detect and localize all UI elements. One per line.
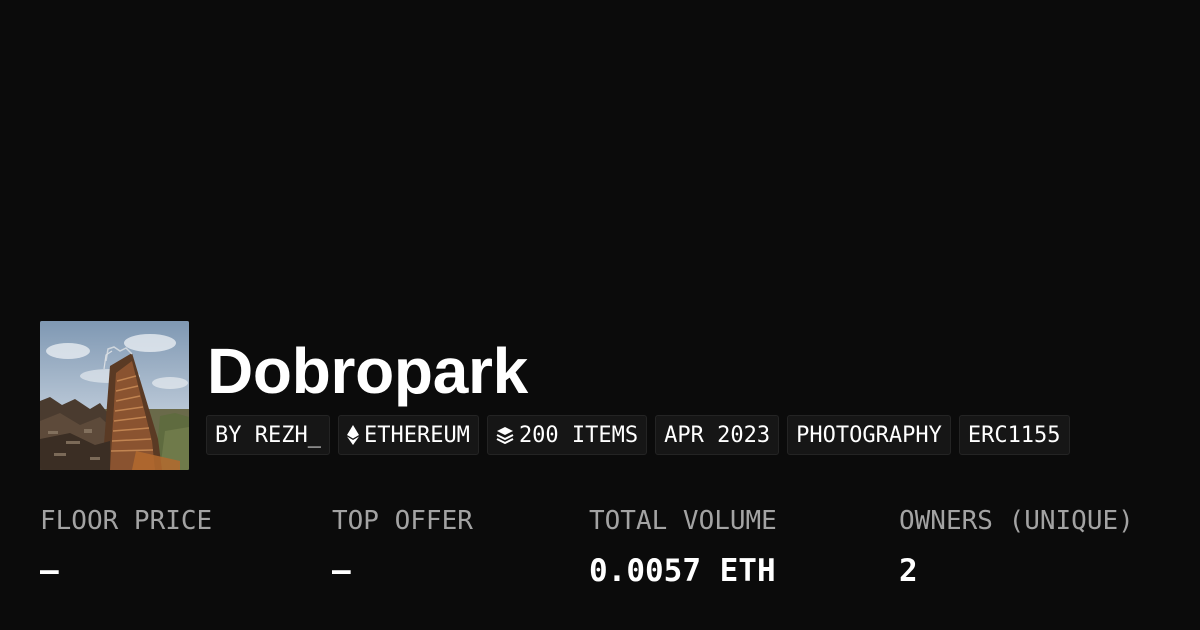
tag-standard-label: ERC1155 [967, 422, 1061, 448]
stat-top-offer-label: TOP OFFER [332, 506, 473, 536]
collection-tags: BY REZH_ ETHEREUM 200 ITEMS APR 2023 PHO… [206, 415, 1070, 455]
stat-floor-price-label: FLOOR PRICE [40, 506, 213, 536]
tag-chain-label: ETHEREUM [363, 422, 470, 448]
stat-total-volume: TOTAL VOLUME 0.0057 ETH [589, 500, 777, 600]
tag-category-label: PHOTOGRAPHY [796, 422, 942, 448]
collection-title: Dobropark [207, 335, 528, 407]
stat-total-volume-value: 0.0057 ETH [589, 553, 776, 589]
stat-top-offer: TOP OFFER — [332, 500, 473, 600]
stat-floor-price-value: — [40, 553, 59, 589]
tag-chain[interactable]: ETHEREUM [337, 415, 479, 455]
ethereum-icon [346, 425, 359, 445]
stat-owners-label: OWNERS (UNIQUE) [899, 506, 1134, 536]
tag-standard: ERC1155 [958, 415, 1070, 455]
collection-avatar [40, 321, 189, 470]
layers-icon [496, 426, 514, 444]
stat-floor-price: FLOOR PRICE — [40, 500, 212, 600]
stat-owners: OWNERS (UNIQUE) 2 [899, 500, 1134, 600]
tag-date: APR 2023 [655, 415, 780, 455]
tag-creator-label: BY REZH_ [215, 422, 321, 448]
stat-total-volume-label: TOTAL VOLUME [589, 506, 777, 536]
tag-items-label: 200 ITEMS [518, 422, 639, 448]
tag-date-label: APR 2023 [664, 422, 771, 448]
stat-top-offer-value: — [332, 553, 351, 589]
tag-category[interactable]: PHOTOGRAPHY [787, 415, 951, 455]
collection-share-card: Dobropark BY REZH_ ETHEREUM 200 ITEMS AP… [0, 0, 1200, 630]
tag-creator[interactable]: BY REZH_ [206, 415, 330, 455]
collection-stats: FLOOR PRICE — TOP OFFER — TOTAL VOLUME 0… [0, 500, 1200, 600]
tag-items[interactable]: 200 ITEMS [486, 415, 648, 455]
stat-owners-value: 2 [899, 553, 918, 589]
